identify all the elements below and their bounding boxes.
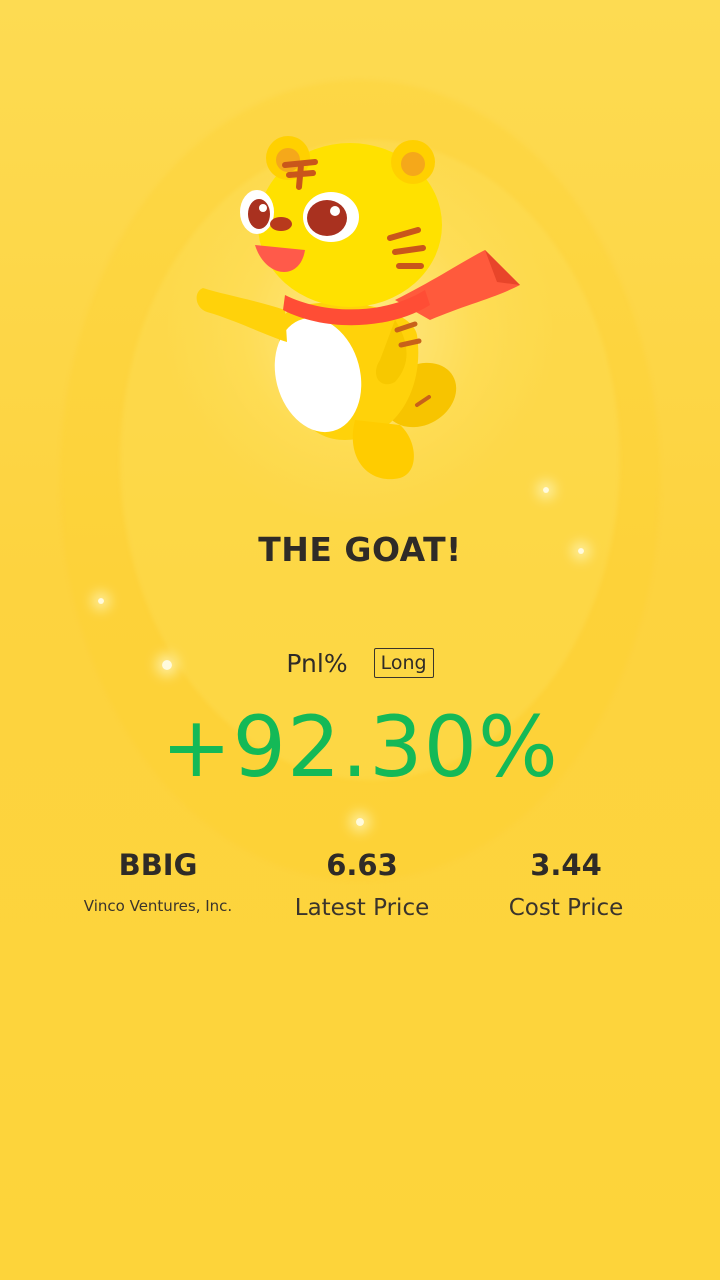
- stock-ticker: BBIG: [118, 848, 198, 882]
- sparkle-decoration: [98, 598, 104, 604]
- stock-info: BBIG Vinco Ventures, Inc.: [58, 845, 258, 921]
- cost-price-stat: 3.44 Cost Price: [466, 845, 666, 921]
- position-direction-badge: Long: [373, 648, 434, 678]
- sparkle-decoration: [543, 487, 549, 493]
- pnl-header: Pnl% Long: [0, 648, 720, 678]
- tiger-mascot-icon: [185, 120, 535, 500]
- latest-price-value: 6.63: [326, 848, 398, 882]
- latest-price-label: Latest Price: [294, 895, 430, 921]
- pnl-label: Pnl%: [286, 648, 348, 678]
- cost-price-label: Cost Price: [508, 895, 624, 921]
- latest-price-stat: 6.63 Latest Price: [262, 845, 462, 921]
- cost-price-value: 3.44: [530, 848, 602, 882]
- headline-title: THE GOAT!: [258, 530, 462, 569]
- company-name: Vinco Ventures, Inc.: [83, 897, 233, 915]
- position-stats: BBIG Vinco Ventures, Inc. 6.63 Latest Pr…: [58, 845, 666, 921]
- sparkle-decoration: [356, 818, 364, 826]
- pnl-percentage: +92.30%: [161, 698, 559, 796]
